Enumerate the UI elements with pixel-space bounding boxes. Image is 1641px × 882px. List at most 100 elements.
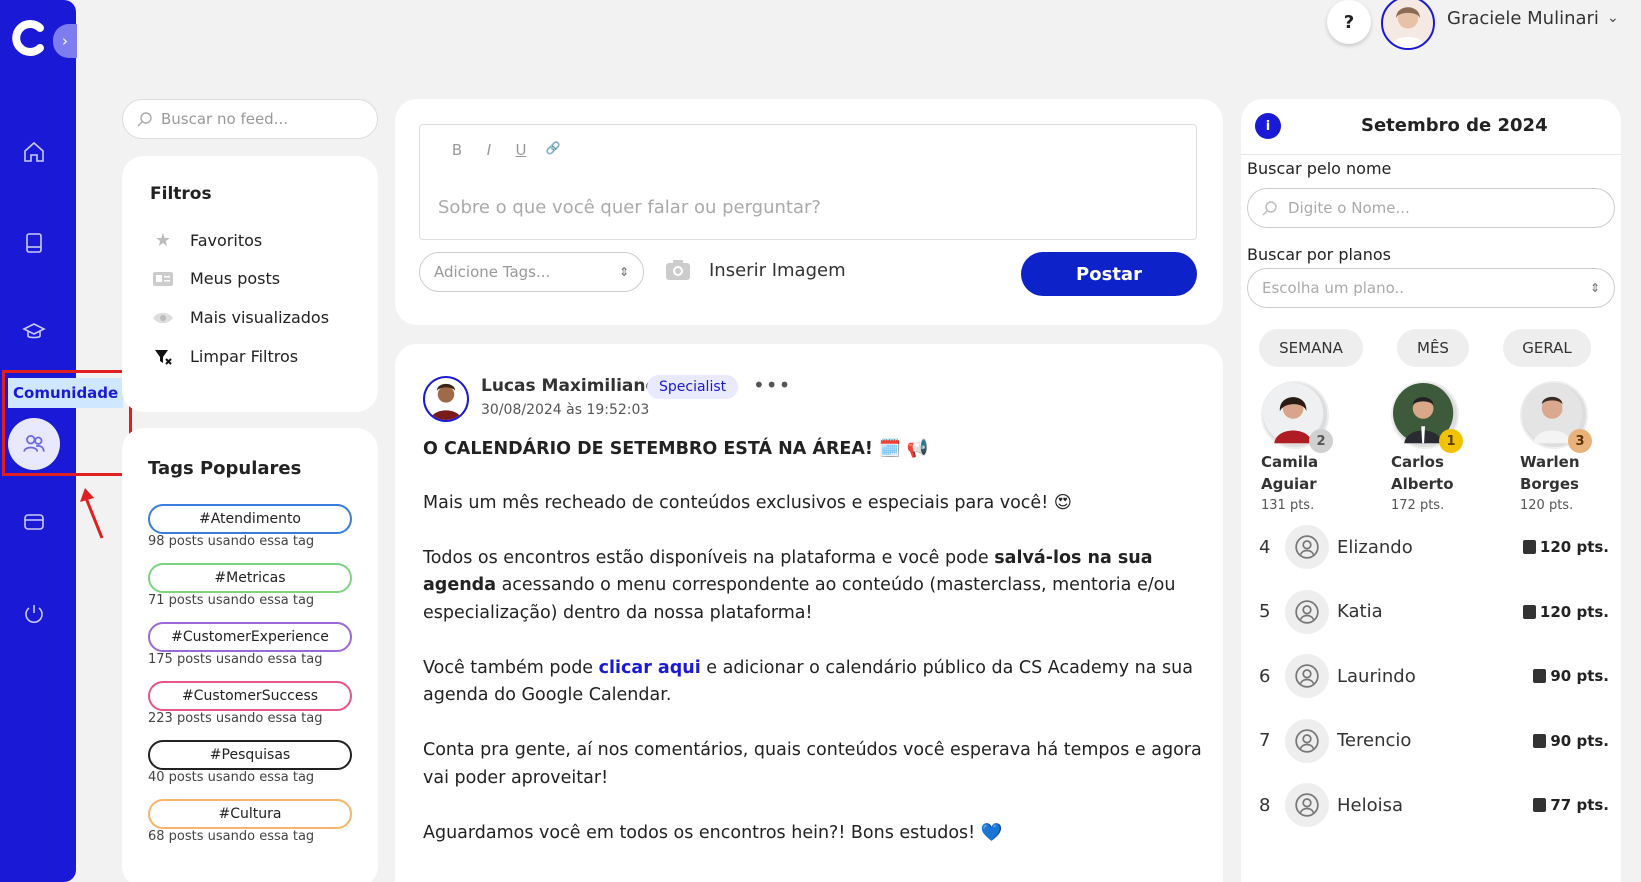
tag-post-count: 175 posts usando essa tag — [148, 652, 323, 667]
calendar-link[interactable]: clicar aqui — [599, 658, 701, 678]
expand-sidebar-button[interactable]: › — [53, 24, 77, 58]
tags-select-placeholder: Adicione Tags... — [434, 263, 551, 281]
feed-search-input[interactable]: Buscar no feed... — [122, 99, 378, 139]
post-title: O CALENDÁRIO DE SETEMBRO ESTÁ NA ÁREA! 🗓… — [423, 439, 929, 459]
rank-position: 6 — [1259, 665, 1271, 687]
tag-chip[interactable]: #Atendimento — [148, 504, 352, 534]
camera-icon — [666, 260, 690, 280]
rank-points: 120 pts. — [1522, 603, 1609, 621]
podium-points: 120 pts. — [1520, 498, 1574, 513]
tag-chip[interactable]: #Metricas — [148, 563, 352, 593]
ranking-row[interactable]: 6 Laurindo 90 pts. — [1259, 652, 1609, 700]
logo-icon — [12, 20, 44, 56]
post-timestamp: 30/08/2024 às 19:52:03 — [481, 402, 650, 418]
post-paragraph: Aguardamos você em todos os encontros he… — [423, 822, 1003, 843]
rank-name: Heloisa — [1337, 794, 1404, 816]
home-icon[interactable] — [20, 138, 48, 166]
info-icon[interactable]: i — [1255, 113, 1281, 139]
chevron-down-icon[interactable]: ⌄ — [1607, 10, 1619, 26]
podium-entry[interactable]: 2 Camila Aguiar 131 pts. — [1261, 381, 1371, 513]
name-search-placeholder: Digite o Nome... — [1288, 199, 1410, 217]
rank-points: 90 pts. — [1533, 667, 1609, 685]
link-icon[interactable]: 🔗 — [544, 141, 562, 159]
tag-post-count: 40 posts usando essa tag — [148, 770, 315, 785]
card-icon[interactable] — [20, 508, 48, 536]
insert-image-label: Inserir Imagem — [709, 259, 846, 281]
editor-toolbar: B I U 🔗 — [448, 141, 562, 159]
power-icon[interactable] — [20, 600, 48, 628]
post-editor[interactable]: B I U 🔗 Sobre o que você quer falar ou p… — [419, 124, 1197, 240]
plan-select[interactable]: Escolha um plano.. ⇕ — [1247, 268, 1615, 308]
avatar[interactable] — [1381, 0, 1435, 50]
avatar: 1 — [1391, 381, 1463, 453]
tag-chip[interactable]: #Cultura — [148, 799, 352, 829]
author-name[interactable]: Lucas Maximiliano — [481, 376, 657, 396]
podium-points: 131 pts. — [1261, 498, 1315, 513]
community-button[interactable] — [8, 418, 60, 470]
filter-label: Meus posts — [190, 269, 281, 288]
tab-month[interactable]: MÊS — [1397, 329, 1469, 367]
ranking-row[interactable]: 7 Terencio 90 pts. — [1259, 717, 1609, 765]
chevron-updown-icon: ⇕ — [618, 265, 629, 279]
text: acessando o menu correspondente ao conte… — [423, 575, 1176, 623]
star-icon: ★ — [154, 230, 172, 251]
feed-post: Lucas Maximiliano Specialist ••• 30/08/2… — [395, 344, 1223, 882]
editor-placeholder: Sobre o que você quer falar ou perguntar… — [438, 197, 821, 218]
podium-entry[interactable]: 3 Warlen Borges 120 pts. — [1520, 381, 1630, 513]
user-placeholder-icon — [1285, 525, 1329, 569]
tag-post-count: 98 posts usando essa tag — [148, 534, 315, 549]
rank-points: 77 pts. — [1533, 796, 1609, 814]
plan-select-placeholder: Escolha um plano.. — [1262, 279, 1405, 297]
author-avatar[interactable] — [423, 376, 469, 422]
name-search-input[interactable]: Digite o Nome... — [1247, 188, 1615, 228]
post-body: O CALENDÁRIO DE SETEMBRO ESTÁ NA ÁREA! 🗓… — [423, 436, 1203, 875]
book-icon — [1522, 604, 1536, 619]
rank-points: 90 pts. — [1533, 732, 1609, 750]
annotation-arrow — [80, 488, 104, 539]
rank-name: Katia — [1337, 601, 1383, 622]
user-placeholder-icon — [1285, 783, 1329, 827]
post-paragraph: Todos os encontros estão disponíveis na … — [423, 545, 1203, 628]
community-tooltip: Comunidade — [8, 378, 123, 408]
tag-chip[interactable]: #CustomerSuccess — [148, 681, 352, 711]
podium-entry[interactable]: 1 Carlos Alberto 172 pts. — [1391, 381, 1501, 513]
underline-button[interactable]: U — [512, 141, 530, 159]
eye-icon — [150, 311, 176, 325]
tag-chip[interactable]: #CustomerExperience — [148, 622, 352, 652]
avatar: 2 — [1261, 381, 1333, 453]
book-icon[interactable] — [20, 229, 48, 257]
more-options-button[interactable]: ••• — [753, 373, 791, 397]
rank-position-badge: 3 — [1568, 429, 1592, 453]
filter-label: Limpar Filtros — [190, 347, 299, 366]
graduation-cap-icon[interactable] — [20, 318, 48, 346]
filter-favorites[interactable]: ★ Favoritos — [150, 230, 262, 251]
ranking-row[interactable]: 4 Elizando 120 pts. — [1259, 523, 1609, 571]
ranking-card: i Setembro de 2024 Buscar pelo nome Digi… — [1241, 99, 1621, 882]
filter-clear[interactable]: Limpar Filtros — [150, 347, 298, 366]
chevron-updown-icon: ⇕ — [1589, 281, 1600, 295]
tab-overall[interactable]: GERAL — [1503, 329, 1591, 367]
post-paragraph: Mais um mês recheado de conteúdos exclus… — [423, 492, 1073, 513]
tags-select[interactable]: Adicione Tags... ⇕ — [419, 252, 644, 292]
help-button[interactable]: ? — [1327, 0, 1371, 44]
ranking-row[interactable]: 5 Katia 120 pts. — [1259, 588, 1609, 636]
italic-button[interactable]: I — [480, 141, 498, 159]
user-placeholder-icon — [1285, 589, 1329, 634]
ranking-row[interactable]: 8 Heloisa 77 pts. — [1259, 781, 1609, 829]
user-name[interactable]: Graciele Mulinari — [1447, 8, 1599, 29]
insert-image-button[interactable]: Inserir Imagem — [665, 259, 846, 281]
rank-position: 7 — [1259, 730, 1271, 751]
divider — [1241, 154, 1621, 155]
text: Você também pode — [423, 657, 599, 678]
bold-button[interactable]: B — [448, 141, 466, 159]
podium-name: Camila Aguiar — [1261, 453, 1319, 493]
filter-my-posts[interactable]: Meus posts — [150, 269, 280, 288]
post-button[interactable]: Postar — [1021, 252, 1197, 296]
rank-position-badge: 1 — [1439, 429, 1463, 453]
post-paragraph: Você também pode clicar aqui e adicionar… — [423, 655, 1203, 710]
tab-week[interactable]: SEMANA — [1259, 329, 1363, 367]
tag-chip[interactable]: #Pesquisas — [148, 740, 352, 770]
filter-most-viewed[interactable]: Mais visualizados — [150, 308, 329, 327]
rank-position: 4 — [1259, 536, 1271, 558]
book-icon — [1533, 733, 1547, 748]
